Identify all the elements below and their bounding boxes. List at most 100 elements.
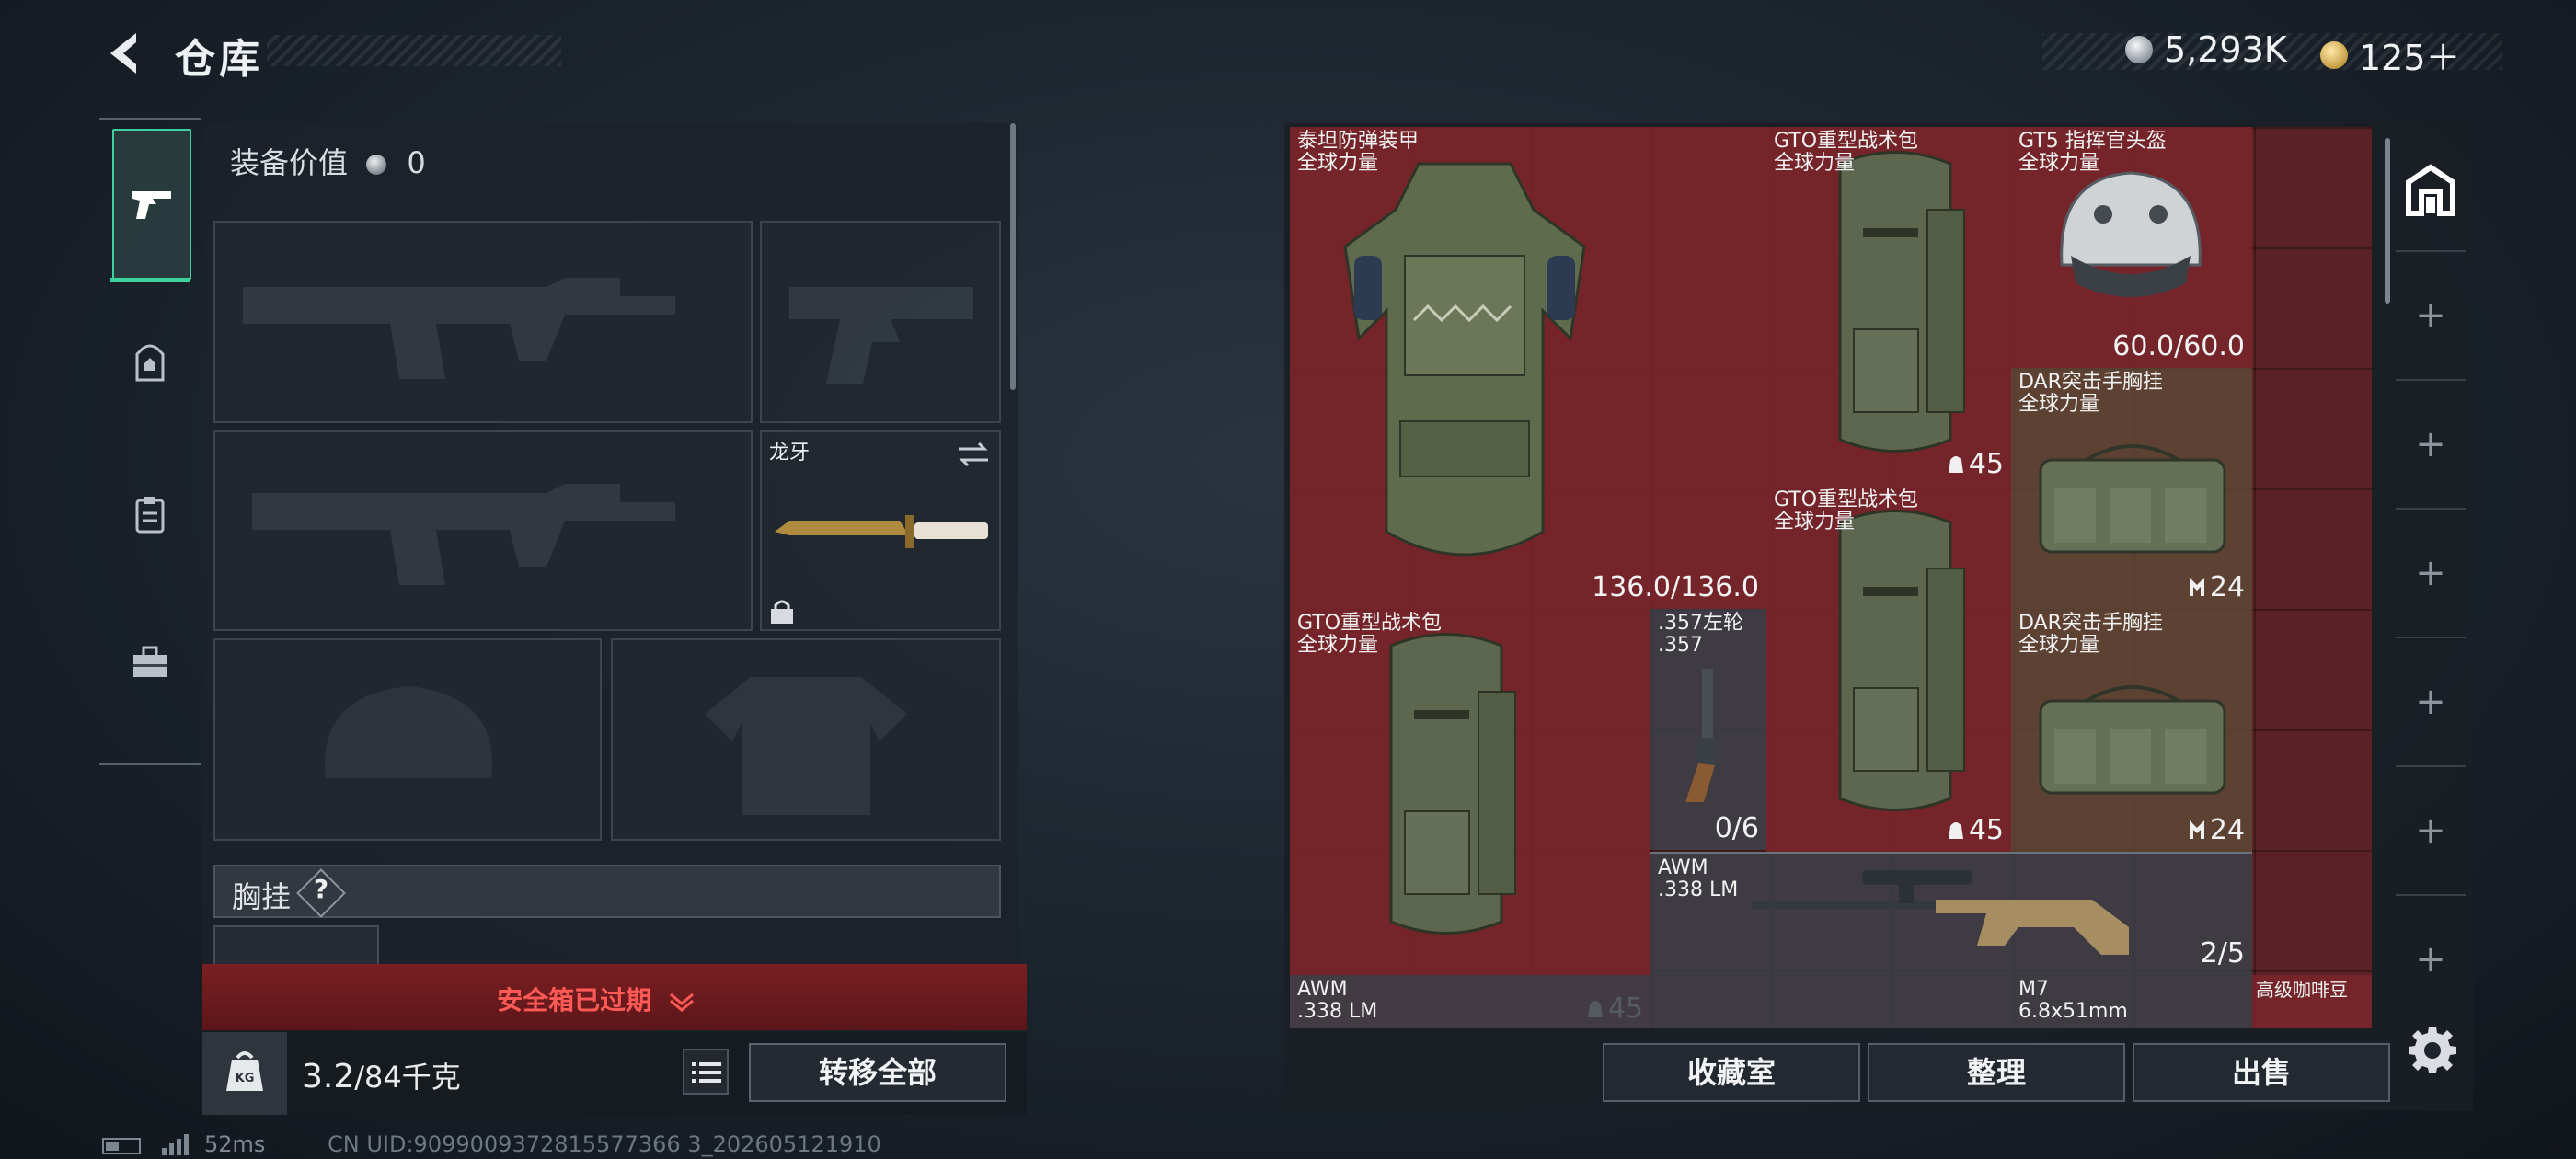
stash-tab-divider (2396, 765, 2466, 767)
stash-item-awm[interactable]: AWM .338 LM 2/5 (1650, 852, 2252, 975)
armor-silhouette-icon (705, 677, 907, 815)
backpack-capacity-icon (1948, 456, 1963, 473)
settings-button[interactable] (2409, 1025, 2456, 1073)
add-stash-tab-button[interactable]: + (2410, 552, 2451, 594)
item-name: GTO重型战术包 (1774, 488, 1919, 511)
add-stash-tab-button[interactable]: + (2410, 423, 2451, 465)
pistol-slot[interactable] (760, 221, 1001, 423)
weight-icon-box: KG (202, 1032, 287, 1115)
backpack-icon (1838, 510, 1965, 811)
sell-button[interactable]: 出售 (2133, 1043, 2390, 1102)
item-durability: 60.0/60.0 (2112, 330, 2245, 362)
item-name: GTO重型战术包 (1297, 612, 1443, 635)
chest-rig-slot[interactable] (213, 925, 379, 964)
stash-home-tab[interactable] (2401, 162, 2460, 217)
item-name: AWM (1658, 856, 1708, 879)
item-durability: 136.0/136.0 (1592, 571, 1759, 603)
stash-tab-divider (2396, 637, 2466, 638)
stash-scrollbar[interactable] (2385, 138, 2390, 304)
list-icon (692, 1062, 721, 1083)
silver-coin-icon (366, 155, 387, 175)
helmet-slot[interactable] (213, 638, 602, 841)
currency-gold[interactable]: 125＋ (2320, 29, 2461, 80)
transfer-all-button[interactable]: 转移全部 (749, 1043, 1006, 1102)
stash-item-m7[interactable]: M7 6.8x51mm (2011, 975, 2252, 1028)
add-stash-tab-button[interactable]: + (2410, 809, 2451, 852)
collection-room-button[interactable]: 收藏室 (1603, 1043, 1860, 1102)
item-name: 高级咖啡豆 (2256, 979, 2348, 1001)
item-name: 泰坦防弹装甲 (1297, 130, 1420, 153)
battery-signal-icon (102, 1134, 189, 1155)
weight-icon-label: KG (236, 1072, 255, 1085)
knife-icon (775, 515, 988, 548)
currency-silver[interactable]: 5,293K (2125, 29, 2287, 70)
stash-tab-divider (2396, 894, 2466, 896)
item-brand: 全球力量 (2018, 634, 2100, 657)
stash-house-icon (2406, 164, 2455, 216)
primary-weapon-slot[interactable] (213, 221, 753, 423)
backpack-capacity-icon (1948, 822, 1963, 839)
safe-box-status: 安全箱已过期 (202, 981, 990, 1017)
stash-item-chest-rig[interactable]: DAR突击手胸挂 全球力量 24 (2011, 368, 2252, 609)
weight-current: 3.2 (302, 1058, 355, 1096)
item-name: .357左轮 (1658, 612, 1743, 635)
device-status (101, 1131, 193, 1157)
sidebar-item-toolbox[interactable] (112, 589, 188, 736)
sidebar-item-vest[interactable] (112, 442, 188, 589)
item-capacity: 24 (2188, 571, 2245, 603)
weight-readout: 3.2/84千克 (302, 1054, 461, 1096)
item-caliber: .338 LM (1297, 1000, 1378, 1023)
stash-item-helmet[interactable]: GT5 指挥官头盔 全球力量 60.0/60.0 (2011, 127, 2252, 368)
gold-amount: 125＋ (2359, 38, 2461, 78)
title-decoration (267, 35, 561, 66)
chest-rig-label: 胸挂 (232, 879, 292, 914)
backpack-icon (1838, 151, 1965, 453)
stash-item-coffee-beans[interactable]: 高级咖啡豆 (2252, 975, 2372, 1028)
melee-slot[interactable]: 龙牙 (760, 430, 1001, 631)
item-capacity-value: 24 (2209, 571, 2245, 603)
secondary-weapon-slot[interactable] (213, 430, 753, 631)
list-view-button[interactable] (683, 1049, 729, 1095)
item-caliber: .338 LM (1658, 878, 1739, 901)
item-name: AWM (1297, 978, 1348, 1001)
melee-name: 龙牙 (769, 442, 811, 465)
stash-item-backpack[interactable]: GTO重型战术包 全球力量 45 (1290, 609, 1650, 1028)
item-caliber: 6.8x51mm (2018, 1000, 2128, 1023)
pistol-icon (132, 191, 171, 219)
item-capacity-value: 45 (1968, 448, 2004, 480)
sidebar-nav (99, 118, 201, 765)
equip-value: 装备价值 0 (230, 140, 426, 182)
stash-item-armor[interactable]: 泰坦防弹装甲 全球力量 136.0/136.0 (1290, 127, 1766, 609)
chevron-down-icon (669, 993, 694, 1012)
sidebar-item-backpack[interactable] (112, 290, 188, 437)
stash-item-backpack[interactable]: GTO重型战术包 全球力量 45 (1766, 486, 2011, 852)
sort-button[interactable]: 整理 (1868, 1043, 2125, 1102)
back-arrow-icon (110, 33, 136, 74)
armor-slot[interactable] (611, 638, 1001, 841)
stash-item-awm[interactable]: AWM .338 LM (1290, 975, 2011, 1028)
back-button[interactable] (99, 28, 145, 79)
swap-icon[interactable] (955, 440, 992, 469)
sidebar-item-weapons[interactable] (112, 129, 191, 280)
stash-item-backpack[interactable]: GTO重型战术包 全球力量 45 (1766, 127, 2011, 486)
armor-icon (1343, 162, 1586, 557)
stash-item-chest-rig[interactable]: DAR突击手胸挂 全球力量 24 (2011, 609, 2252, 852)
silver-coin-icon (2125, 36, 2153, 63)
add-stash-tab-button[interactable]: + (2410, 294, 2451, 337)
revolver-icon (1685, 669, 1719, 802)
add-stash-tab-button[interactable]: + (2410, 938, 2451, 981)
rig-capacity-icon (2189, 820, 2204, 839)
item-capacity: 45 (1947, 448, 2004, 480)
add-stash-tab-button[interactable]: + (2410, 681, 2451, 723)
item-name: DAR突击手胸挂 (2018, 371, 2163, 394)
item-capacity-value: 45 (1968, 814, 2004, 846)
loadout-scrollbar[interactable] (1010, 123, 1016, 390)
rifle-silhouette-icon (243, 278, 675, 379)
weight-icon: KG (226, 1051, 263, 1091)
stash-item-revolver[interactable]: .357左轮 .357 0/6 (1650, 609, 1766, 850)
vest-icon (135, 497, 165, 534)
safe-box-status-text: 安全箱已过期 (497, 985, 652, 1016)
user-uid: CN UID:9099009372815577366 3_20260512191… (328, 1131, 881, 1157)
stash-tab-divider (2396, 250, 2466, 252)
backpack-icon (1389, 633, 1516, 935)
